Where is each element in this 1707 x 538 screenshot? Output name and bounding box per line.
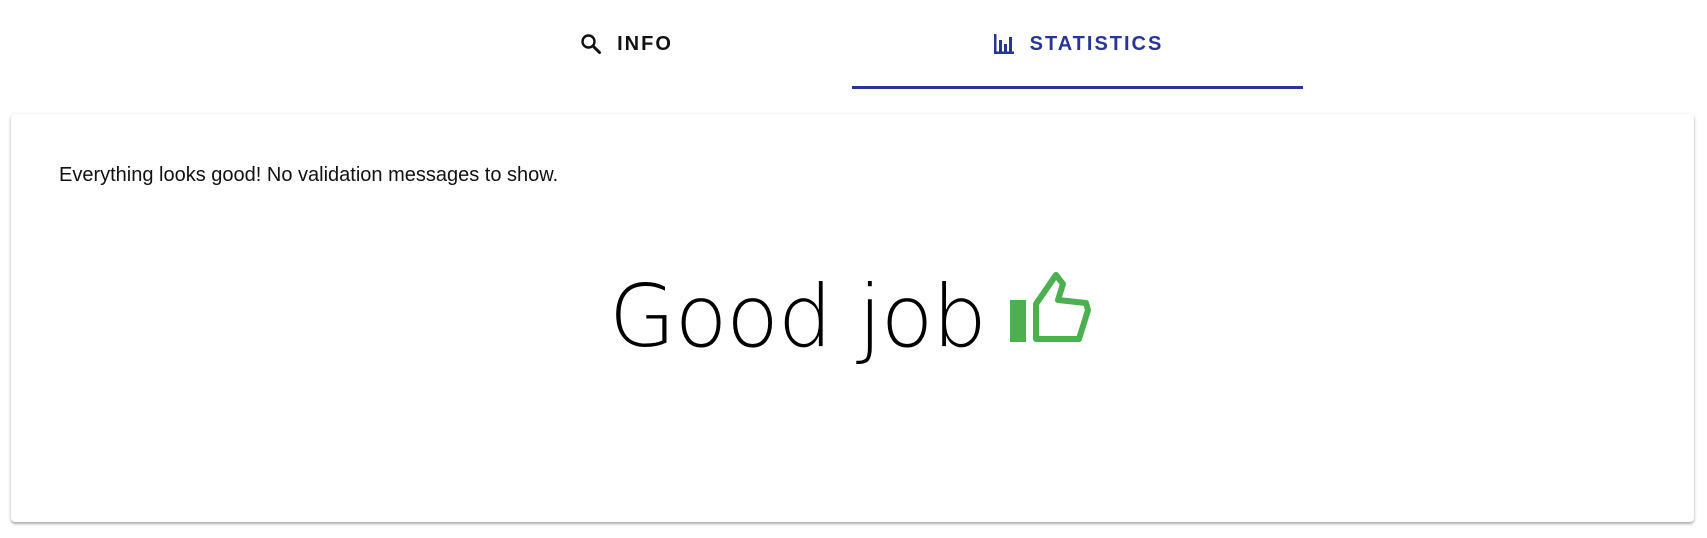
tab-statistics-label: STATISTICS xyxy=(1029,32,1164,55)
tab-statistics[interactable]: STATISTICS xyxy=(852,0,1303,88)
validation-message: Everything looks good! No validation mes… xyxy=(59,164,559,186)
tab-bar: INFO STATISTICS xyxy=(0,0,1707,90)
thumbs-up-icon xyxy=(1009,270,1096,350)
tab-info-label: INFO xyxy=(617,32,673,55)
tab-info[interactable]: INFO xyxy=(400,0,852,88)
good-job-banner: Good job xyxy=(11,267,1694,367)
active-tab-indicator xyxy=(852,86,1303,89)
bar-chart-icon xyxy=(992,32,1016,56)
statistics-panel: Everything looks good! No validation mes… xyxy=(11,114,1694,522)
search-icon xyxy=(579,32,603,56)
good-job-headline: Good job xyxy=(609,267,987,367)
